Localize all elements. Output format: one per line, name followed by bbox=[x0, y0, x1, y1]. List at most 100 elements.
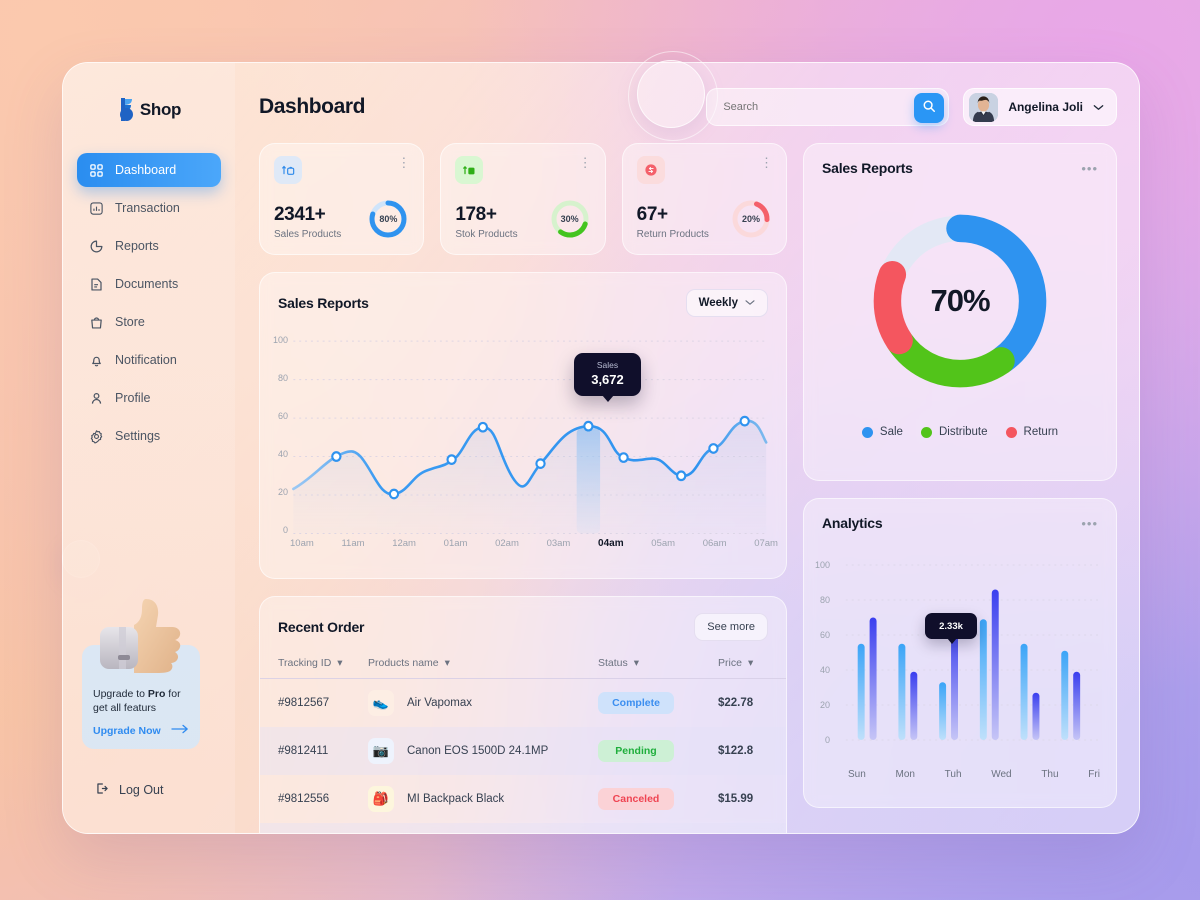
brand-logo[interactable]: Shop bbox=[63, 89, 235, 131]
sidebar-item-reports[interactable]: Reports bbox=[77, 229, 221, 263]
x-tick: Tuh bbox=[944, 769, 962, 780]
logout-button[interactable]: Log Out bbox=[94, 781, 163, 799]
card-title: Sales Reports bbox=[822, 160, 913, 176]
x-tick: 07am bbox=[754, 538, 778, 549]
legend-item-return: Return bbox=[1005, 426, 1058, 438]
bag-up-green-icon bbox=[455, 156, 484, 184]
table-row[interactable]: #9812556 🎒 MI Backpack Black Canceled $15… bbox=[260, 775, 786, 823]
sales-reports-line-card: Sales Reports Weekly 100 80 60 40 20 0 1… bbox=[259, 272, 787, 579]
table-row[interactable]: #9812567 👟 Air Vapomax Complete $22.78 bbox=[260, 679, 786, 728]
cell-status: Complete bbox=[598, 823, 718, 833]
cell-product: 📷 Canon EOS 1500D 24.1MP bbox=[368, 727, 598, 775]
bar-chart-icon bbox=[89, 201, 104, 216]
stat-progress-ring: 80% bbox=[367, 198, 409, 240]
card-title: Sales Reports bbox=[278, 295, 369, 311]
card-title: Recent Order bbox=[278, 619, 365, 635]
app-window: Shop Dashboard Transaction Reports Docum… bbox=[62, 62, 1140, 834]
cell-product: 📱iPhone 12 128GB bbox=[368, 823, 598, 833]
more-horizontal-icon[interactable]: ••• bbox=[1081, 162, 1098, 175]
tooltip-value: 2.33k bbox=[939, 620, 963, 632]
cell-tracking-id: #9812567 bbox=[278, 697, 330, 709]
upgrade-now-link[interactable]: Upgrade Now bbox=[93, 724, 189, 737]
page-title: Dashboard bbox=[259, 95, 366, 118]
see-more-button[interactable]: See more bbox=[694, 613, 768, 641]
status-badge: Complete bbox=[598, 692, 674, 714]
cell-product: 🎒 MI Backpack Black bbox=[368, 775, 598, 823]
stat-label: Sales Products bbox=[274, 229, 342, 240]
card-header: Sales Reports ••• bbox=[804, 144, 1116, 176]
sidebar-item-settings[interactable]: Settings bbox=[77, 419, 221, 453]
table-row[interactable]: #9812411 📷 Canon EOS 1500D 24.1MP Pending… bbox=[260, 727, 786, 775]
table-row[interactable]: #9812619 📱iPhone 12 128GB Complete $4022 bbox=[260, 823, 786, 833]
x-tick: Thu bbox=[1041, 769, 1059, 780]
cell-status: Canceled bbox=[598, 775, 718, 823]
document-icon bbox=[89, 277, 104, 292]
stat-progress-ring: 20% bbox=[730, 198, 772, 240]
product-name: Canon EOS 1500D 24.1MP bbox=[407, 745, 549, 757]
x-tick: Mon bbox=[895, 769, 915, 780]
x-tick-highlighted: 04am bbox=[598, 538, 624, 549]
stat-cards: ⋮ 2341+ Sales Products 80% ⋮ 178+ Stok P… bbox=[259, 143, 787, 255]
more-vertical-icon[interactable]: ⋮ bbox=[397, 156, 411, 169]
status-badge: Canceled bbox=[598, 788, 674, 810]
column-status[interactable]: Status ▾ bbox=[598, 651, 718, 679]
tooltip-value: 3,672 bbox=[591, 372, 624, 387]
legend-color-swatch bbox=[861, 426, 873, 438]
cell-product: 👟 Air Vapomax bbox=[368, 679, 598, 728]
more-vertical-icon[interactable]: ⋮ bbox=[579, 156, 593, 169]
sidebar-item-documents[interactable]: Documents bbox=[77, 267, 221, 301]
donut-legend: Sale Distribute Return bbox=[804, 426, 1116, 438]
stat-card-sales: ⋮ 2341+ Sales Products 80% bbox=[259, 143, 425, 255]
search-button[interactable] bbox=[914, 93, 945, 123]
stat-row: 2341+ Sales Products 80% bbox=[274, 198, 409, 240]
cell-status: Pending bbox=[598, 727, 718, 775]
stat-card-stock: ⋮ 178+ Stok Products 30% bbox=[440, 143, 606, 255]
bell-icon bbox=[89, 353, 104, 368]
recent-order-card: Recent Order See more Tracking ID ▾ Produ… bbox=[259, 596, 787, 833]
analytics-card: Analytics ••• 100 80 60 40 20 0 Sun Mon … bbox=[803, 498, 1117, 808]
donut-center-label: 70% bbox=[930, 283, 990, 318]
tooltip-label: Sales bbox=[596, 360, 619, 370]
bag-up-icon bbox=[274, 156, 302, 184]
y-tick: 80 bbox=[277, 373, 288, 383]
search-input[interactable] bbox=[707, 101, 949, 113]
cell-tracking-id: #9812556 bbox=[278, 793, 330, 805]
sidebar-nav: Dashboard Transaction Reports Documents … bbox=[63, 153, 235, 453]
leaf-logo-icon bbox=[117, 97, 139, 123]
grid-icon bbox=[89, 163, 104, 178]
sales-reports-donut-card: Sales Reports ••• 70% Sale Distribute Re… bbox=[803, 143, 1117, 481]
y-tick: 40 bbox=[819, 665, 830, 675]
stat-value: 178+ bbox=[455, 204, 497, 225]
stat-value: 67+ bbox=[636, 204, 668, 225]
stat-progress-ring: 30% bbox=[549, 198, 591, 240]
sidebar-item-label: Transaction bbox=[115, 201, 180, 215]
user-menu[interactable]: Angelina Joli bbox=[963, 88, 1117, 126]
sidebar-item-profile[interactable]: Profile bbox=[77, 381, 221, 415]
return-icon bbox=[636, 156, 665, 184]
more-vertical-icon[interactable]: ⋮ bbox=[760, 156, 774, 169]
cell-tracking-id: #9812619 bbox=[260, 823, 368, 833]
more-horizontal-icon[interactable]: ••• bbox=[1081, 517, 1098, 530]
sidebar-item-store[interactable]: Store bbox=[77, 305, 221, 339]
stat-label: Stok Products bbox=[455, 229, 518, 240]
stat-percent: 80% bbox=[379, 214, 398, 224]
sidebar-item-transaction[interactable]: Transaction bbox=[77, 191, 221, 225]
column-price[interactable]: Price ▾ bbox=[718, 651, 786, 679]
x-tick: Sun bbox=[848, 769, 866, 780]
thumbs-up-3d-icon bbox=[94, 591, 190, 675]
column-tracking-id[interactable]: Tracking ID ▾ bbox=[260, 651, 368, 679]
y-tick: 40 bbox=[277, 449, 288, 459]
stat-percent: 30% bbox=[560, 214, 579, 224]
sidebar-item-notification[interactable]: Notification bbox=[77, 343, 221, 377]
main-content: Dashboard Search Angelina Joli ⋮ 2341+ S… bbox=[235, 63, 1139, 833]
range-dropdown[interactable]: Weekly bbox=[685, 289, 768, 317]
cell-price: $122.8 bbox=[718, 745, 754, 757]
stat-percent: 20% bbox=[741, 214, 760, 224]
analytics-bar-chart: 100 80 60 40 20 0 Sun Mon Tuh Wed Thu Fr… bbox=[804, 531, 1116, 780]
sidebar-item-dashboard[interactable]: Dashboard bbox=[77, 153, 221, 187]
logout-label: Log Out bbox=[119, 783, 164, 797]
column-products-name[interactable]: Products name ▾ bbox=[368, 651, 598, 679]
table-body: #9812567 👟 Air Vapomax Complete $22.78 #9… bbox=[260, 679, 786, 833]
legend-label: Sale bbox=[879, 426, 903, 438]
search-icon bbox=[922, 99, 936, 118]
